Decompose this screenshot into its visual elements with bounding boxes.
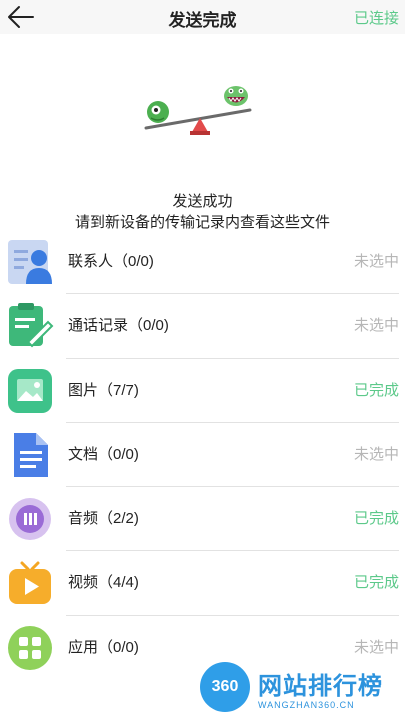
apps-icon [8,625,52,670]
list-item-contacts[interactable]: 联系人（0/0) 未选中 [0,230,405,295]
seesaw-monsters-illustration [144,86,252,135]
list-item-documents[interactable]: 文档（0/0) 未选中 [0,423,405,488]
success-message: 发送成功 [172,193,233,210]
watermark-title: 网站排行榜 [258,673,383,700]
status-label: 已完成 [353,574,399,592]
watermark-logo: 360 [200,662,250,712]
list-item-label: 联系人（0/0) [68,253,154,270]
contacts-icon [8,240,52,284]
list-item-photos[interactable]: 图片（7/7) 已完成 [0,359,405,423]
list-item-label: 应用（0/0) [68,638,139,656]
instruction-message: 请到新设备的传输记录内查看这些文件 [74,214,330,231]
status-label: 未选中 [353,253,399,270]
audio-icon [9,498,51,541]
site-watermark: 360 网站排行榜 WANGZHAN360.CN [198,660,403,720]
video-icon [9,561,51,605]
status-label: 未选中 [353,445,399,463]
list-item-label: 文档（0/0) [68,445,139,463]
status-label: 未选中 [353,317,399,335]
call-log-icon [9,303,54,348]
transfer-category-list: 联系人（0/0) 未选中 通话记录（0/0) 未选中 图片（7/7) 已完成 文… [0,230,405,680]
watermark-subtitle: WANGZHAN360.CN [258,700,355,710]
page-title: 发送完成 [168,11,237,30]
list-item-call-log[interactable]: 通话记录（0/0) 未选中 [0,294,405,359]
list-item-label: 通话记录（0/0) [68,317,169,335]
list-item-video[interactable]: 视频（4/4) 已完成 [0,551,405,616]
connection-status: 已连接 [353,10,399,27]
list-item-label: 图片（7/7) [68,381,139,399]
list-item-audio[interactable]: 音频（2/2) 已完成 [0,487,405,552]
status-label: 已完成 [353,381,399,399]
photo-icon [8,368,52,413]
list-item-label: 视频（4/4) [68,574,139,592]
list-item-label: 音频（2/2) [68,510,139,528]
document-icon [14,432,48,477]
top-bar: 发送完成 已连接 [0,0,405,34]
status-label: 已完成 [353,510,399,528]
